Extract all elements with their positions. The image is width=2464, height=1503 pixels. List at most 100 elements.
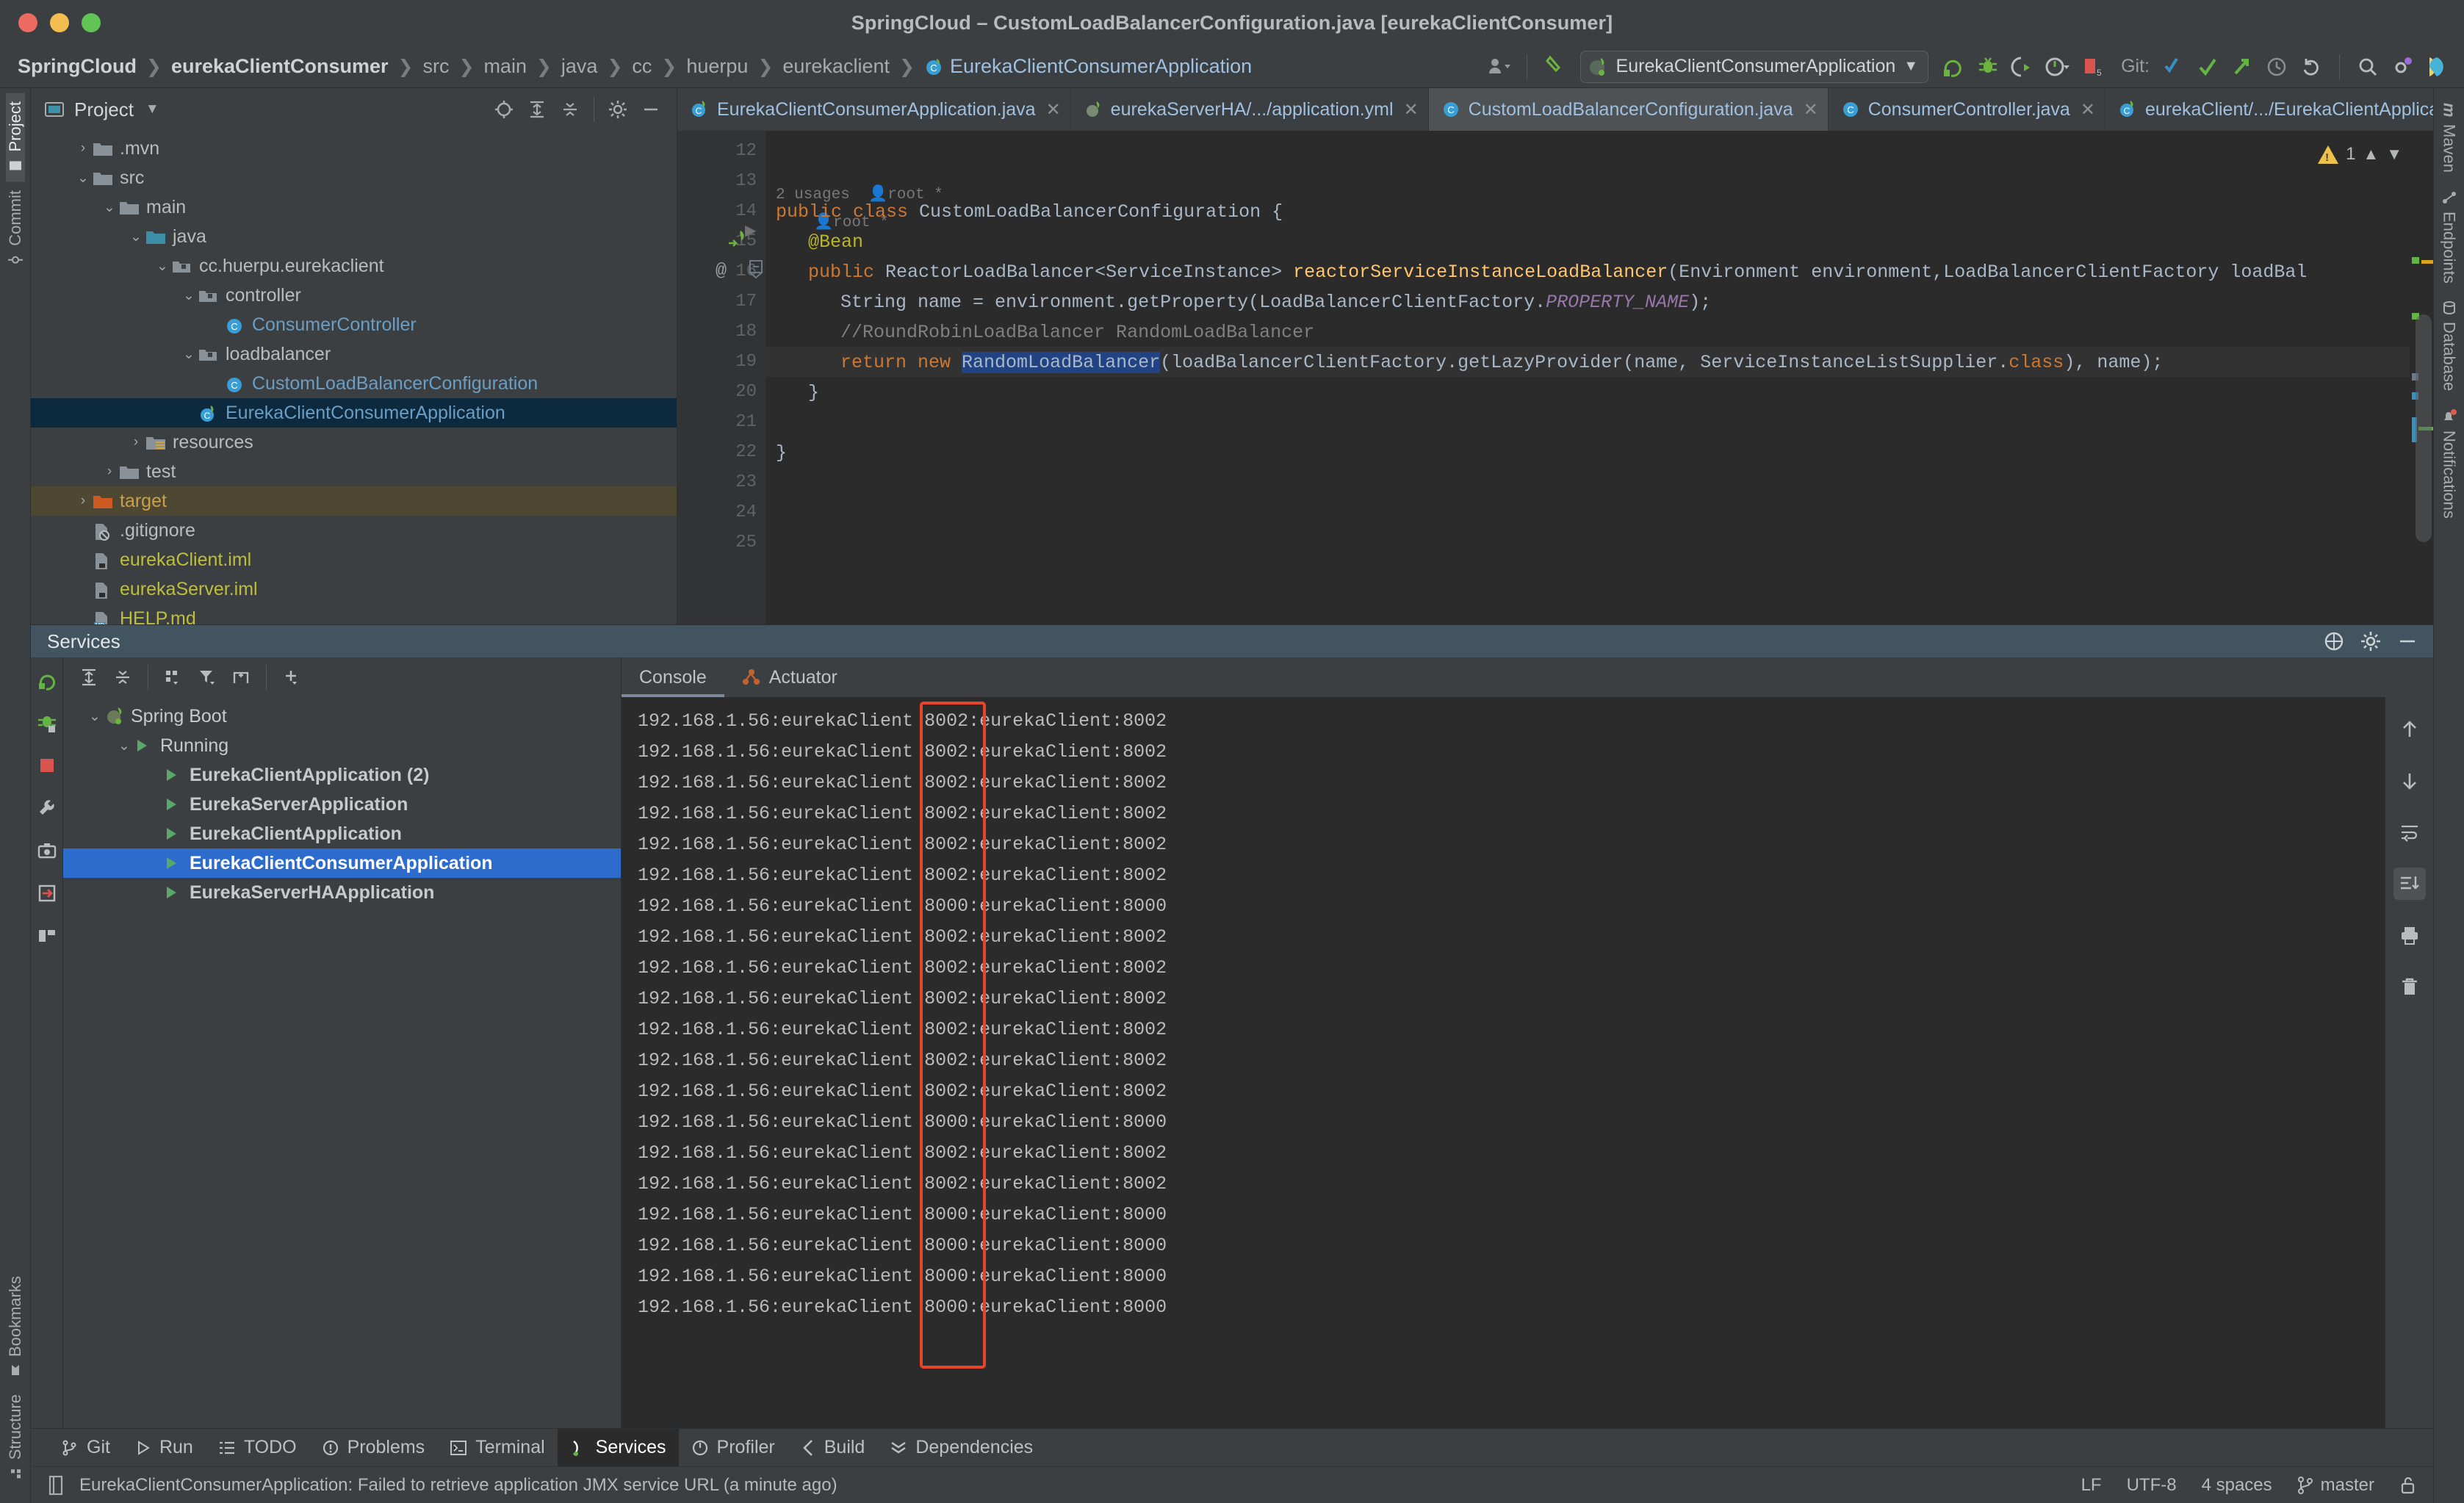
editor-tab[interactable]: CeurekaClient/.../EurekaClientApplicati (2105, 88, 2433, 131)
user-avatar-icon[interactable] (1483, 51, 1514, 82)
sidebar-item-commit[interactable]: Commit (6, 181, 25, 276)
encoding-indicator[interactable]: UTF-8 (2127, 1475, 2177, 1496)
code-line[interactable]: return new RandomLoadBalancer(loadBalanc… (776, 352, 2163, 373)
stop-icon[interactable] (32, 750, 62, 781)
help-icon[interactable] (2319, 626, 2349, 657)
services-tree-item[interactable]: EurekaServerApplication (63, 790, 621, 819)
sidebar-item-structure[interactable]: Structure (6, 1385, 25, 1488)
project-tree-item[interactable]: › .mvn (31, 134, 677, 163)
editor-tab[interactable]: C EurekaClientConsumerApplication.java ✕ (677, 88, 1071, 131)
editor-tab-bar[interactable]: C EurekaClientConsumerApplication.java ✕ eu… (677, 88, 2433, 131)
add-tab-icon[interactable] (226, 662, 256, 693)
chevron-down-icon[interactable]: ⌄ (179, 346, 198, 363)
project-tree-item[interactable]: MD HELP.md (31, 604, 677, 624)
code-content[interactable]: 2 usages 👤root * 👤root * public class Cust… (766, 131, 2410, 624)
chevron-down-icon[interactable]: ⌄ (126, 228, 145, 245)
git-commit-icon[interactable] (2192, 51, 2223, 82)
code-line[interactable]: public class CustomLoadBalancerConfigura… (776, 201, 1283, 223)
scroll-to-end-icon[interactable] (2393, 868, 2426, 900)
close-icon[interactable]: ✕ (1404, 99, 1419, 120)
chevron-down-icon[interactable]: ⌄ (73, 170, 93, 187)
project-tree-item[interactable]: C ConsumerController (31, 310, 677, 339)
chevron-right-icon[interactable]: › (100, 464, 119, 480)
code-line[interactable]: } (776, 442, 787, 464)
bottom-tab-profiler[interactable]: Profiler (679, 1429, 788, 1466)
breadcrumb-item-2[interactable]: src (422, 55, 449, 78)
rerun-icon[interactable] (32, 665, 62, 696)
scroll-down-icon[interactable] (2393, 765, 2426, 797)
inspection-widget[interactable]: 1 ▲ ▼ (2318, 144, 2402, 165)
chevron-up-icon[interactable]: ▲ (2363, 145, 2379, 164)
services-tree-item[interactable]: EurekaServerHAApplication (63, 878, 621, 907)
project-tree-item[interactable]: eurekaClient.iml (31, 545, 677, 574)
chevron-down-icon[interactable]: ▼ (1903, 58, 1918, 75)
breadcrumb-item-7[interactable]: eurekaclient (782, 55, 890, 78)
bottom-tab-todo[interactable]: TODO (206, 1429, 309, 1466)
lock-icon[interactable] (2399, 1476, 2417, 1495)
expand-method-icon[interactable]: ▶ (745, 221, 756, 239)
collapse-all-icon[interactable] (107, 662, 138, 693)
project-tree-item[interactable]: › target (31, 486, 677, 516)
project-tree-item[interactable]: C CustomLoadBalancerConfiguration (31, 369, 677, 398)
chevron-down-icon[interactable]: ⌄ (179, 287, 198, 304)
services-tree-item[interactable]: ⌄ Spring Boot (63, 702, 621, 731)
project-tree-item[interactable]: ⌄ java (31, 222, 677, 251)
editor-tab[interactable]: eurekaServerHA/.../application.yml ✕ (1071, 88, 1429, 131)
bottom-tab-run[interactable]: Run (123, 1429, 206, 1466)
services-tree-item[interactable]: EurekaClientApplication (63, 819, 621, 848)
search-icon[interactable] (2352, 51, 2383, 82)
chevron-down-icon[interactable]: ⌄ (85, 708, 104, 725)
console-tab[interactable]: Actuator (724, 657, 855, 697)
sidebar-item-database[interactable]: Database (2440, 292, 2459, 400)
project-tree-item[interactable]: C EurekaClientConsumerApplication (31, 398, 677, 428)
close-icon[interactable]: ✕ (1804, 99, 1818, 120)
settings-icon[interactable] (2387, 51, 2418, 82)
breadcrumb-item-5[interactable]: cc (632, 55, 652, 78)
scroll-up-icon[interactable] (2393, 713, 2426, 746)
git-branch-widget[interactable]: master (2297, 1475, 2374, 1496)
bottom-tab-services[interactable]: Services (557, 1429, 679, 1466)
chevron-down-icon[interactable]: ⌄ (153, 258, 172, 275)
sidebar-item-endpoints[interactable]: Endpoints (2440, 181, 2459, 292)
project-file-tree[interactable]: › .mvn ⌄ src ⌄ main ⌄ java ⌄ cc.huerpu.eurekaclie… (31, 131, 677, 624)
breadcrumb-item-3[interactable]: main (483, 55, 527, 78)
project-tree-item[interactable]: › resources (31, 428, 677, 457)
trash-icon[interactable] (2393, 970, 2426, 1003)
chevron-right-icon[interactable]: › (126, 434, 145, 450)
gear-icon[interactable] (2355, 626, 2386, 657)
run-configuration-selector[interactable]: EurekaClientConsumerApplication ▼ (1579, 50, 1929, 83)
minimize-icon[interactable] (635, 94, 666, 125)
project-tree-item[interactable]: ⌄ src (31, 163, 677, 192)
services-tree-item[interactable]: ⌄ Running (63, 731, 621, 760)
code-line[interactable]: //RoundRobinLoadBalancer RandomLoadBalan… (776, 322, 1314, 343)
close-icon[interactable]: ✕ (2081, 99, 2095, 120)
sidebar-item-project[interactable]: Project (5, 93, 25, 182)
history-icon[interactable] (2261, 51, 2292, 82)
ide-logo-icon[interactable] (2421, 51, 2452, 82)
bottom-tab-build[interactable]: Build (788, 1429, 878, 1466)
camera-icon[interactable] (32, 835, 62, 866)
export-icon[interactable] (32, 878, 62, 909)
print-icon[interactable] (2393, 919, 2426, 951)
collapse-all-icon[interactable] (555, 94, 586, 125)
git-update-icon[interactable] (2158, 51, 2189, 82)
services-tree-item[interactable]: EurekaClientConsumerApplication (63, 848, 621, 878)
add-icon[interactable] (276, 662, 307, 693)
breadcrumb-item-1[interactable]: eurekaClientConsumer (171, 55, 389, 78)
code-line[interactable]: public ReactorLoadBalancer<ServiceInstan… (776, 262, 2307, 283)
breadcrumb[interactable]: SpringCloud ❯ eurekaClientConsumer ❯ src… (18, 55, 1252, 78)
stop-icon[interactable]: 5 (2076, 51, 2107, 82)
group-icon[interactable] (158, 662, 189, 693)
run-with-coverage-icon[interactable] (2007, 51, 2038, 82)
bottom-tab-problems[interactable]: Problems (309, 1429, 438, 1466)
layout-icon[interactable] (32, 920, 62, 951)
bottom-tab-terminal[interactable]: Terminal (437, 1429, 557, 1466)
code-fold-icon[interactable] (748, 259, 764, 278)
chevron-right-icon[interactable]: › (73, 493, 93, 509)
chevron-right-icon[interactable]: › (73, 140, 93, 156)
chevron-down-icon[interactable]: ⌄ (115, 738, 134, 754)
breadcrumb-item-0[interactable]: SpringCloud (18, 55, 137, 78)
run-icon[interactable] (1938, 51, 1969, 82)
project-tree-item[interactable]: › test (31, 457, 677, 486)
code-line[interactable]: @Bean (776, 231, 863, 253)
